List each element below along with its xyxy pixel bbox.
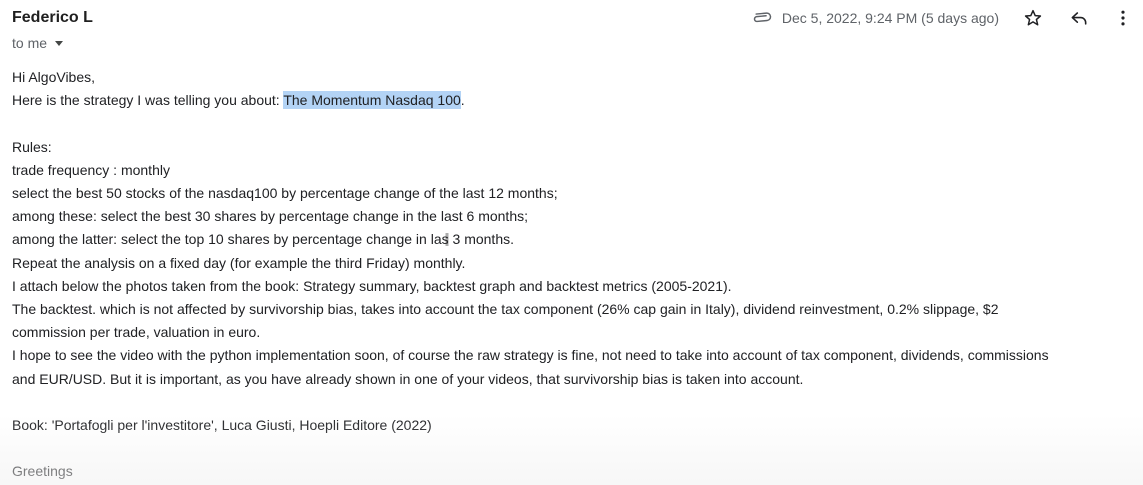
hope-line-2: and EUR/USD. But it is important, as you… [12,370,804,387]
intro-prefix: Here is the strategy I was telling you a… [12,92,284,109]
rules-heading: Rules: [12,138,52,155]
reply-icon[interactable] [1067,6,1091,30]
rule-repeat: Repeat the analysis on a fixed day (for … [12,254,466,271]
rule-step-2: among these: select the best 30 shares b… [12,208,528,225]
hope-line-1: I hope to see the video with the python … [12,347,1049,364]
intro-suffix: . [460,92,465,109]
paperclip-icon [752,7,774,29]
book-reference: Book: 'Portafogli per l'investitore', Lu… [12,417,432,434]
attachment-note: I attach below the photos taken from the… [12,277,732,294]
message-header: Federico L to me Dec 5, 2022, 9:24 PM (5… [0,0,1143,60]
rule-step-3: among the latter: select the top 10 shar… [12,228,1140,251]
backtest-line-2: commission per trade, valuation in euro. [12,324,261,341]
rule-step-3-suffix: 3 months. [448,231,515,248]
more-vert-icon[interactable] [1111,6,1135,30]
message-body: Hi AlgoVibes, Here is the strategy I was… [12,66,1140,484]
rule-step-3-prefix: among the latter: select the top 10 shar… [12,231,449,248]
sender-name[interactable]: Federico L [12,8,93,28]
greeting-line: Hi AlgoVibes, [12,69,96,85]
email-message-view: Federico L to me Dec 5, 2022, 9:24 PM (5… [0,0,1143,485]
backtest-line-1: The backtest. which is not affected by s… [12,301,999,318]
message-meta: Dec 5, 2022, 9:24 PM (5 days ago) [752,6,1143,30]
message-date[interactable]: Dec 5, 2022, 9:24 PM (5 days ago) [782,10,999,26]
selected-strategy-name[interactable]: The Momentum Nasdaq 100 [283,91,461,110]
rule-step-1: select the best 50 stocks of the nasdaq1… [12,185,558,201]
closing-line: Greetings [12,463,73,480]
caret-down-icon [55,40,64,46]
intro-line: Here is the strategy I was telling you a… [12,89,1140,112]
recipient-details-toggle[interactable]: to me [12,34,64,52]
recipient-label: to me [12,35,48,51]
rule-frequency: trade frequency : monthly [12,161,170,178]
star-icon[interactable] [1021,6,1045,30]
text-cursor-icon [445,233,448,247]
